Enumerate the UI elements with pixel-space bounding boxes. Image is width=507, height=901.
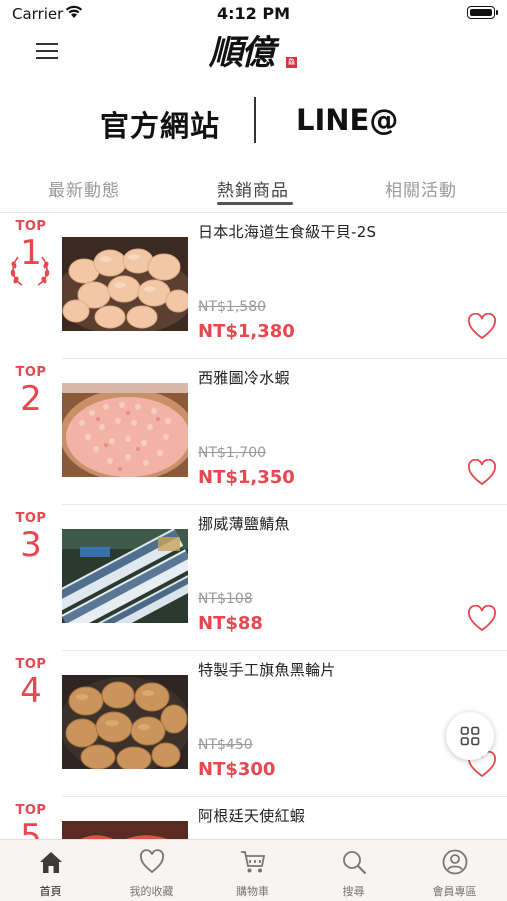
rank-badge: TOP 4 (4, 657, 58, 710)
rank-label: TOP (15, 219, 47, 234)
list-item[interactable]: TOP 2 西雅圖冷水蝦 NT$1,700 NT$1,350 (0, 359, 507, 505)
rank-number: 2 (20, 379, 42, 419)
rank-badge: TOP 2 (4, 365, 58, 418)
status-bar: Carrier 4:12 PM (0, 0, 507, 30)
user-icon (442, 849, 468, 875)
product-image[interactable] (62, 383, 188, 477)
product-image[interactable] (62, 529, 188, 623)
original-price: NT$450 (198, 737, 253, 753)
tabbar-label: 首頁 (39, 885, 62, 898)
favorite-heart-icon[interactable] (467, 605, 497, 633)
clock: 4:12 PM (216, 4, 290, 23)
rank-number: 4 (20, 671, 42, 711)
sale-price: NT$1,380 (198, 321, 295, 342)
list-item[interactable]: TOP 5 阿根廷天使紅蝦 (0, 797, 507, 839)
home-icon (40, 852, 62, 873)
tabbar-label: 我的收藏 (129, 885, 174, 898)
rank-number: 5 (20, 817, 42, 839)
tab-best-sellers[interactable]: 熱銷商品 (217, 176, 289, 201)
battery-icon (467, 6, 498, 19)
active-tab-indicator (217, 202, 293, 205)
tabbar-item-home[interactable]: 首頁 (0, 840, 101, 901)
product-name[interactable]: 挪威薄鹽鯖魚 (198, 513, 290, 534)
tab-news[interactable]: 最新動態 (48, 176, 120, 201)
tabbar-label: 搜尋 (342, 885, 365, 898)
hamburger-icon[interactable] (36, 40, 60, 62)
tabbar-item-member[interactable]: 會員專區 (404, 840, 505, 901)
official-site-link[interactable]: 官方網站 (100, 103, 220, 145)
cart-icon (241, 851, 266, 873)
product-name[interactable]: 特製手工旗魚黑輪片 (198, 659, 336, 680)
logo-seal: 鱻 (286, 57, 297, 68)
favorite-heart-icon[interactable] (467, 313, 497, 341)
sale-price: NT$1,350 (198, 467, 295, 488)
tabbar-label: 會員專區 (432, 885, 477, 898)
tabbar-label: 購物車 (236, 885, 269, 898)
list-item[interactable]: TOP 3 挪威薄鹽鯖魚 NT$108 NT$88 (0, 505, 507, 651)
link-divider (254, 97, 256, 143)
content-tabs: 最新動態 熱銷商品 相關活動 (0, 168, 507, 212)
rank-badge: TOP 3 (4, 511, 58, 564)
list-item[interactable]: TOP 1 日本北海道生食級干貝-2S NT$1,580 NT$1,380 (0, 213, 507, 359)
grid-view-button[interactable] (446, 712, 494, 760)
search-icon (343, 851, 366, 874)
original-price: NT$108 (198, 591, 253, 607)
original-price: NT$1,700 (198, 445, 267, 461)
product-image[interactable] (62, 675, 188, 769)
tabbar-item-search[interactable]: 搜尋 (303, 840, 404, 901)
product-name[interactable]: 日本北海道生食級干貝-2S (198, 221, 376, 242)
bottom-tab-bar: 首頁 我的收藏 購物車 搜尋 會員專區 (0, 839, 507, 901)
rank-badge: TOP 5 (4, 803, 58, 839)
rank-label: TOP (15, 657, 47, 672)
tab-events[interactable]: 相關活動 (385, 176, 457, 201)
sale-price: NT$88 (198, 613, 263, 634)
heart-icon (140, 849, 164, 874)
favorite-heart-icon[interactable] (467, 459, 497, 487)
rank-label: TOP (15, 803, 47, 818)
logo-text: 順億 (209, 33, 275, 73)
brand-logo[interactable]: 順億 鱻 (209, 32, 299, 74)
original-price: NT$1,580 (198, 299, 267, 315)
rank-label: TOP (15, 365, 47, 380)
rank-number: 3 (20, 525, 42, 565)
grid-icon (460, 726, 480, 746)
sale-price: NT$300 (198, 759, 276, 780)
line-link[interactable]: LINE@ (296, 103, 398, 137)
tabbar-item-favorites[interactable]: 我的收藏 (101, 840, 202, 901)
product-name[interactable]: 阿根廷天使紅蝦 (198, 805, 305, 826)
product-name[interactable]: 西雅圖冷水蝦 (198, 367, 290, 388)
list-item[interactable]: TOP 4 特製手工旗魚黑輪片 NT$450 NT$300 (0, 651, 507, 797)
rank-label: TOP (15, 511, 47, 526)
tabbar-item-cart[interactable]: 購物車 (202, 840, 303, 901)
product-image[interactable] (62, 237, 188, 331)
product-image[interactable] (62, 821, 188, 839)
laurel-icon (10, 256, 50, 286)
external-links: 官方網站 LINE@ (0, 95, 507, 151)
product-list[interactable]: TOP 1 日本北海道生食級干貝-2S NT$1,580 NT$1,380 TO… (0, 213, 507, 839)
